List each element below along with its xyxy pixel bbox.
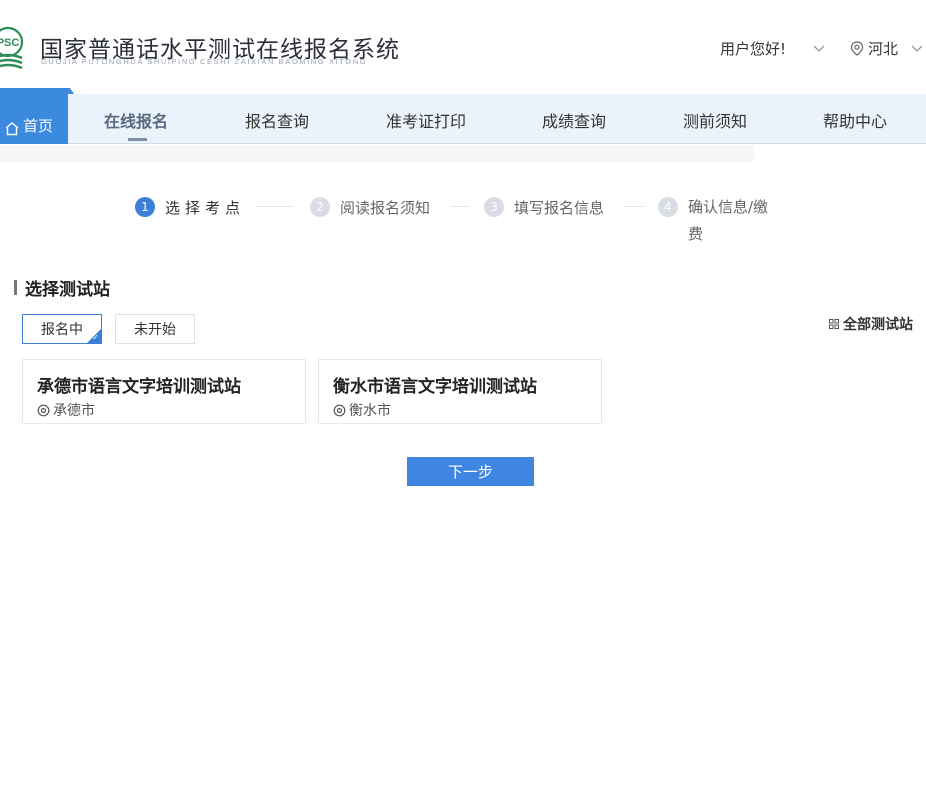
section-title: 选择测试站: [14, 275, 110, 300]
site-subtitle: GUOJIA PUTONGHUA SHUIPING CESHI ZAIXIAN …: [41, 57, 368, 66]
station-card[interactable]: 衡水市语言文字培训测试站 衡水市: [318, 359, 602, 424]
step-connector: [624, 206, 644, 207]
station-name: 衡水市语言文字培训测试站: [333, 377, 537, 397]
home-icon: [5, 122, 19, 136]
header: PSC 国家普通话水平测试在线报名系统 GUOJIA PUTONGHUA SHU…: [0, 0, 926, 92]
step-4: 4 确认信息/缴 费: [658, 197, 768, 248]
region-chevron-down-icon[interactable]: [910, 42, 924, 56]
nav-online-register[interactable]: 在线报名: [104, 108, 168, 132]
step-1: 1 选择考点: [135, 197, 245, 218]
nav-home-label: 首页: [23, 117, 54, 135]
step-2: 2 阅读报名须知: [310, 197, 430, 218]
step-connector: [256, 206, 294, 207]
filter-label: 未开始: [134, 322, 176, 338]
step-label-line1: 确认信息/缴: [688, 198, 769, 216]
step-number: 3: [484, 197, 504, 217]
step-label: 阅读报名须知: [340, 199, 431, 217]
step-label-line2: 费: [688, 225, 704, 243]
all-stations-label: 全部测试站: [843, 317, 913, 333]
station-city-label: 承德市: [53, 403, 95, 419]
step-number: 1: [135, 197, 155, 217]
grid-icon: [829, 319, 839, 329]
all-stations-link[interactable]: 全部测试站: [829, 314, 913, 334]
nav-active-underline: [128, 138, 147, 141]
filter-label: 报名中: [41, 322, 83, 338]
filter-registering-button[interactable]: 报名中 ✓: [22, 314, 102, 344]
region-label: 河北: [868, 40, 899, 58]
nav-register-query[interactable]: 报名查询: [245, 108, 309, 132]
step-label: 确认信息/缴 费: [688, 194, 768, 248]
station-city: 衡水市: [333, 400, 391, 420]
station-name: 承德市语言文字培训测试站: [37, 377, 241, 397]
station-city: 承德市: [37, 400, 95, 420]
filter-not-started-button[interactable]: 未开始: [115, 314, 195, 344]
nav-admission-print[interactable]: 准考证打印: [386, 108, 466, 132]
nav-home[interactable]: 首页: [0, 88, 68, 144]
psc-logo-icon: PSC: [0, 26, 24, 70]
nav-score-query[interactable]: 成绩查询: [542, 108, 606, 132]
nav-help-center[interactable]: 帮助中心: [823, 108, 887, 132]
section-title-text: 选择测试站: [25, 280, 110, 300]
next-step-button[interactable]: 下一步: [407, 457, 534, 486]
check-icon: ✓: [92, 333, 99, 342]
section-title-bar: [14, 280, 17, 295]
step-number: 2: [310, 197, 330, 217]
station-card[interactable]: 承德市语言文字培训测试站 承德市: [22, 359, 306, 424]
step-connector: [450, 206, 470, 207]
location-pin-icon: [850, 41, 864, 56]
main-nav: 首页 在线报名 报名查询 准考证打印 成绩查询 测前须知 帮助中心: [0, 88, 926, 144]
station-city-label: 衡水市: [349, 403, 391, 419]
step-label: 填写报名信息: [514, 199, 605, 217]
user-greeting[interactable]: 用户您好!: [720, 38, 786, 59]
nav-pretest-notice[interactable]: 测前须知: [683, 108, 747, 132]
svg-text:PSC: PSC: [0, 37, 19, 49]
nav-shadow-strip: [0, 145, 754, 162]
location-target-icon: [333, 404, 346, 416]
step-number: 4: [658, 197, 678, 217]
location-target-icon: [37, 404, 50, 416]
region-selector[interactable]: 河北: [850, 38, 898, 59]
step-label: 选择考点: [165, 199, 246, 217]
step-3: 3 填写报名信息: [484, 197, 604, 218]
chevron-down-icon[interactable]: [812, 42, 826, 56]
